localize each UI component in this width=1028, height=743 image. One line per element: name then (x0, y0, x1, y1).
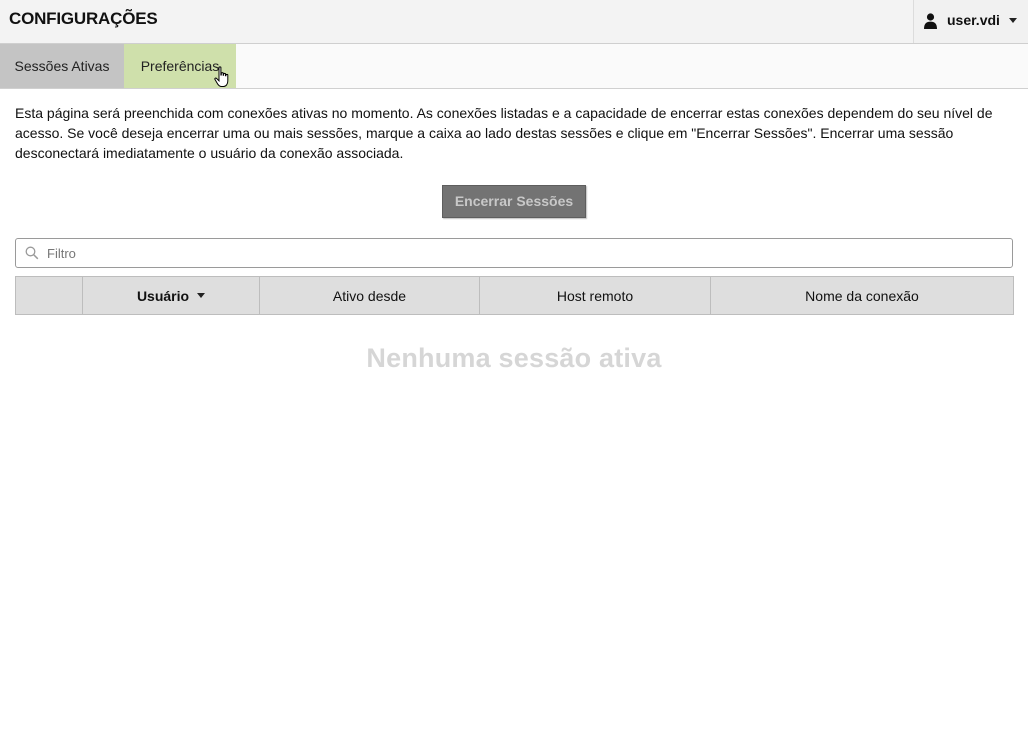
search-icon (25, 246, 39, 260)
page-title: CONFIGURAÇÕES (9, 9, 158, 28)
sort-desc-icon (197, 293, 206, 299)
column-header-active-since[interactable]: Ativo desde (259, 276, 480, 315)
empty-state-message: Nenhuma sessão ativa (366, 343, 662, 373)
tab-active-sessions[interactable]: Sessões Ativas (0, 44, 124, 88)
user-menu-button[interactable]: user.vdi (913, 0, 1028, 43)
column-header-remote-host[interactable]: Host remoto (479, 276, 711, 315)
username-label: user.vdi (947, 12, 1000, 28)
column-header-user[interactable]: Usuário (82, 276, 260, 315)
hand-pointer-icon (214, 66, 229, 87)
column-header-connection-name[interactable]: Nome da conexão (710, 276, 1014, 315)
column-header-user-label: Usuário (136, 287, 190, 304)
table-header-row: Usuário Ativo desde Host remoto Nome da … (15, 276, 1014, 315)
filter-input[interactable] (45, 243, 995, 263)
page-description: Esta página será preenchida com conexões… (15, 105, 993, 161)
sessions-table: Usuário Ativo desde Host remoto Nome da … (15, 276, 1014, 315)
end-sessions-button[interactable]: Encerrar Sessões (442, 185, 586, 218)
chevron-down-icon (1009, 18, 1017, 23)
settings-tabs: Sessões Ativas Preferências (0, 44, 1028, 89)
user-icon (924, 13, 937, 29)
select-column-header[interactable] (15, 276, 83, 315)
filter-box (15, 238, 1013, 268)
top-header: CONFIGURAÇÕES user.vdi (0, 0, 1028, 44)
